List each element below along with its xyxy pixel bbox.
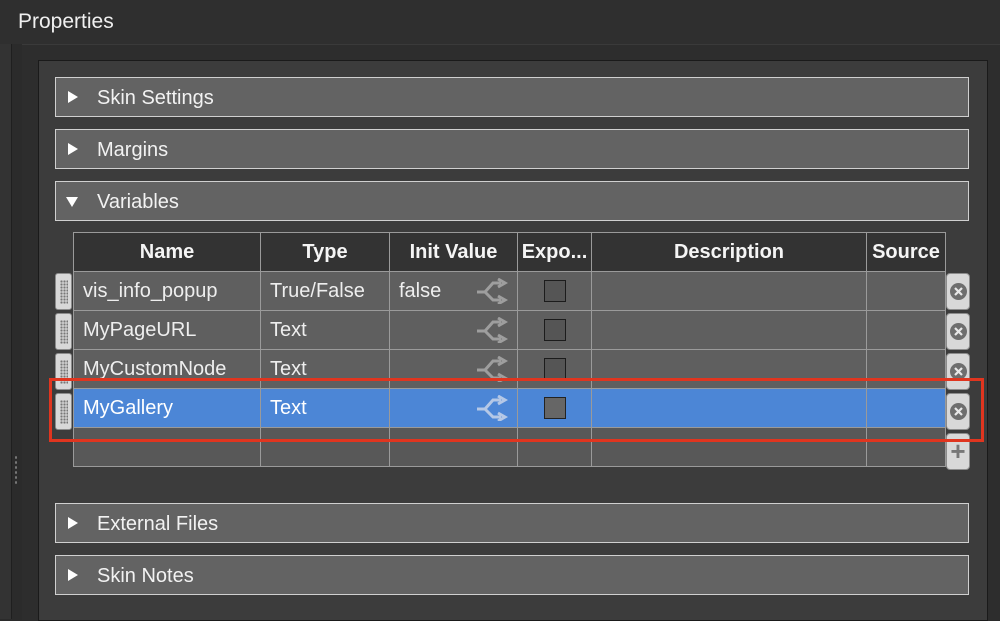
column-header-name[interactable]: Name [73,232,261,272]
cell-source[interactable] [866,310,946,350]
section-skin-settings[interactable]: Skin Settings [55,77,969,117]
cell-description[interactable] [591,271,867,311]
cell-export [517,271,592,311]
section-label: Margins [97,139,169,161]
close-circle-icon [950,323,967,340]
cell-init-value[interactable] [389,388,518,428]
table-row[interactable]: MyCustomNode Text [73,349,946,389]
cell-type[interactable]: True/False [260,271,390,311]
cell-empty[interactable] [517,427,592,467]
cell-export [517,310,592,350]
table-row[interactable]: MyPageURL Text [73,310,946,350]
expand-arrow-icon [68,517,78,529]
cell-description[interactable] [591,310,867,350]
column-header-export[interactable]: Expo... [517,232,592,272]
cell-source[interactable] [866,388,946,428]
section-variables[interactable]: Variables [55,181,969,221]
cell-export [517,388,592,428]
section-label: Variables [97,191,179,213]
cell-name[interactable]: MyCustomNode [73,349,261,389]
panel-title-bar: Properties [0,0,1000,44]
cell-init-value[interactable] [389,349,518,389]
expand-arrow-icon [68,143,78,155]
close-circle-icon [950,403,967,420]
cell-init-value[interactable]: false [389,271,518,311]
table-row[interactable]: vis_info_popup True/False false [73,271,946,311]
cell-name[interactable]: MyGallery [73,388,261,428]
column-header-init-value[interactable]: Init Value [389,232,518,272]
export-checkbox[interactable] [543,358,566,380]
share-icon[interactable] [475,278,509,304]
drag-handle-icon[interactable] [55,353,72,390]
variables-table: Name Type Init Value Expo... Description… [73,232,946,467]
cell-description[interactable] [591,349,867,389]
export-checkbox[interactable] [543,280,566,302]
section-margins[interactable]: Margins [55,129,969,169]
drag-handle-icon[interactable] [55,393,72,430]
collapse-arrow-icon [66,197,78,207]
close-circle-icon [950,363,967,380]
delete-row-button[interactable] [946,313,970,350]
table-row-empty[interactable] [73,427,946,467]
share-icon[interactable] [475,356,509,382]
cell-name[interactable]: vis_info_popup [73,271,261,311]
section-label: Skin Settings [97,87,214,109]
add-row-button[interactable]: + [946,433,970,470]
splitter-grip-icon[interactable] [14,455,18,485]
cell-description[interactable] [591,388,867,428]
expand-arrow-icon [68,569,78,581]
delete-row-button[interactable] [946,353,970,390]
cell-type[interactable]: Text [260,388,390,428]
cell-type[interactable]: Text [260,349,390,389]
table-row-selected[interactable]: MyGallery Text [73,388,946,428]
section-external-files[interactable]: External Files [55,503,969,543]
share-icon[interactable] [475,317,509,343]
drag-handle-icon[interactable] [55,313,72,350]
cell-empty[interactable] [591,427,867,467]
cell-source[interactable] [866,271,946,311]
cell-init-value[interactable] [389,310,518,350]
cell-source[interactable] [866,349,946,389]
column-header-source[interactable]: Source [866,232,946,272]
share-icon[interactable] [475,395,509,421]
cell-empty[interactable] [73,427,261,467]
close-circle-icon [950,283,967,300]
section-label: Skin Notes [97,565,194,587]
cell-empty[interactable] [866,427,946,467]
delete-row-button[interactable] [946,393,970,430]
delete-row-button[interactable] [946,273,970,310]
cell-empty[interactable] [389,427,518,467]
column-header-type[interactable]: Type [260,232,390,272]
section-skin-notes[interactable]: Skin Notes [55,555,969,595]
column-header-description[interactable]: Description [591,232,867,272]
table-header-row: Name Type Init Value Expo... Description… [73,232,946,272]
cell-empty[interactable] [260,427,390,467]
panel-title: Properties [18,10,114,33]
init-value-text: false [399,279,442,302]
left-dock-strip [0,44,12,619]
cell-type[interactable]: Text [260,310,390,350]
export-checkbox[interactable] [543,397,566,419]
expand-arrow-icon [68,91,78,103]
plus-icon: + [950,436,966,466]
section-label: External Files [97,513,219,535]
cell-export [517,349,592,389]
cell-name[interactable]: MyPageURL [73,310,261,350]
drag-handle-icon[interactable] [55,273,72,310]
export-checkbox[interactable] [543,319,566,341]
